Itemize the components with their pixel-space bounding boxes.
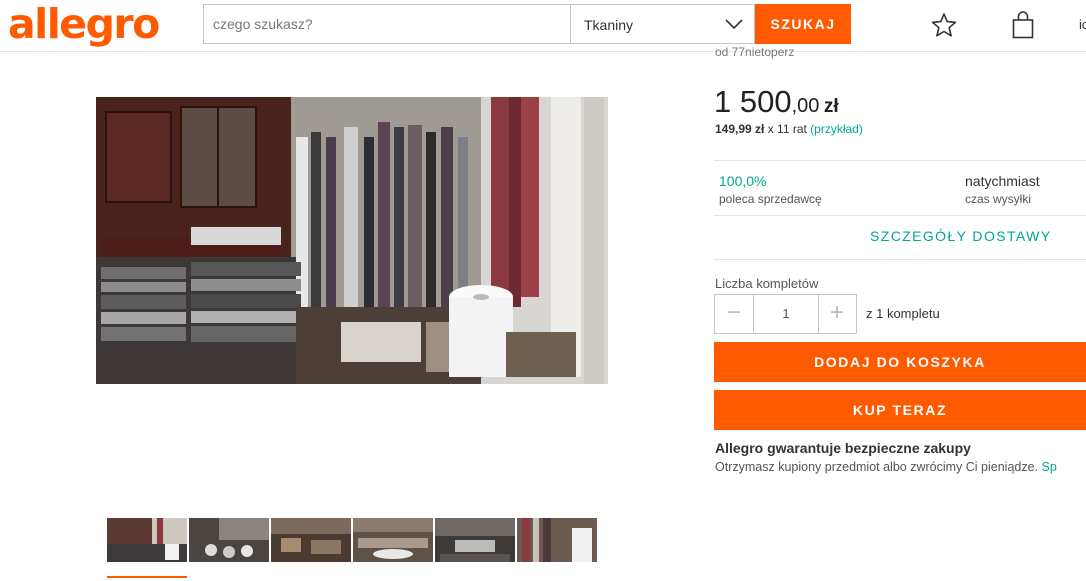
divider — [714, 215, 1086, 216]
divider — [714, 259, 1086, 260]
guarantee-link[interactable]: Sp — [1042, 460, 1057, 474]
quantity-stepper: − 1 + — [714, 294, 857, 334]
shipping-stat: natychmiast czas wysyłki — [965, 173, 1040, 206]
thumbnail-5[interactable] — [435, 518, 515, 562]
installment-times: x 11 rat — [764, 122, 811, 136]
quantity-available: z 1 kompletu — [866, 306, 940, 321]
quantity-label: Liczba kompletów — [715, 276, 819, 291]
category-label: Tkaniny — [584, 17, 634, 33]
divider — [714, 160, 1086, 161]
main-product-image[interactable] — [96, 97, 608, 384]
quantity-input[interactable]: 1 — [753, 294, 819, 334]
recommend-value: 100,0% — [719, 173, 767, 189]
account-label[interactable]: ic — [1079, 17, 1086, 32]
recommend-stat: 100,0% poleca sprzedawcę — [719, 173, 822, 206]
search-button[interactable]: SZUKAJ — [755, 4, 851, 44]
price-currency: zł — [823, 96, 839, 117]
add-to-cart-button[interactable]: DODAJ DO KOSZYKA — [714, 342, 1086, 382]
guarantee-text: Otrzymasz kupiony przedmiot albo zwrócim… — [715, 460, 1057, 474]
installment-example-link[interactable]: (przykład) — [810, 122, 863, 136]
active-thumbnail-indicator — [107, 576, 187, 578]
recommend-label: poleca sprzedawcę — [719, 192, 822, 206]
installment-amount: 149,99 zł — [715, 122, 765, 136]
thumbnail-2[interactable] — [189, 518, 269, 562]
seller-info[interactable]: od 77nietoperz — [715, 45, 794, 59]
thumbnail-1[interactable] — [107, 518, 187, 562]
thumbnail-6[interactable] — [517, 518, 597, 562]
guarantee-title: Allegro gwarantuje bezpieczne zakupy — [715, 440, 971, 456]
shopping-bag-icon[interactable] — [1012, 11, 1034, 39]
shipping-label: czas wysyłki — [965, 192, 1032, 206]
fabric-rolls-photo — [96, 97, 608, 384]
delivery-details-link[interactable]: SZCZEGÓŁY DOSTAWY — [870, 228, 1051, 244]
shipping-value: natychmiast — [965, 173, 1040, 189]
chevron-down-icon — [725, 19, 743, 30]
price: 1 500,00 zł — [714, 84, 839, 120]
buy-now-button[interactable]: KUP TERAZ — [714, 390, 1086, 430]
search-input[interactable] — [204, 5, 571, 43]
installments-info: 149,99 zł x 11 rat (przykład) — [715, 122, 863, 136]
thumbnail-4[interactable] — [353, 518, 433, 562]
price-main: 1 500 — [714, 84, 792, 119]
guarantee-description: Otrzymasz kupiony przedmiot albo zwrócim… — [715, 460, 1042, 474]
quantity-decrease-button[interactable]: − — [715, 295, 753, 333]
quantity-increase-button[interactable]: + — [818, 295, 856, 333]
category-select[interactable]: Tkaniny — [570, 4, 755, 44]
thumbnail-3[interactable] — [271, 518, 351, 562]
search-box — [203, 4, 571, 44]
star-icon[interactable] — [931, 12, 957, 38]
allegro-logo[interactable]: allegro — [8, 0, 160, 48]
top-header: allegro Tkaniny SZUKAJ ic — [0, 0, 1086, 52]
price-fraction: ,00 — [791, 95, 820, 117]
